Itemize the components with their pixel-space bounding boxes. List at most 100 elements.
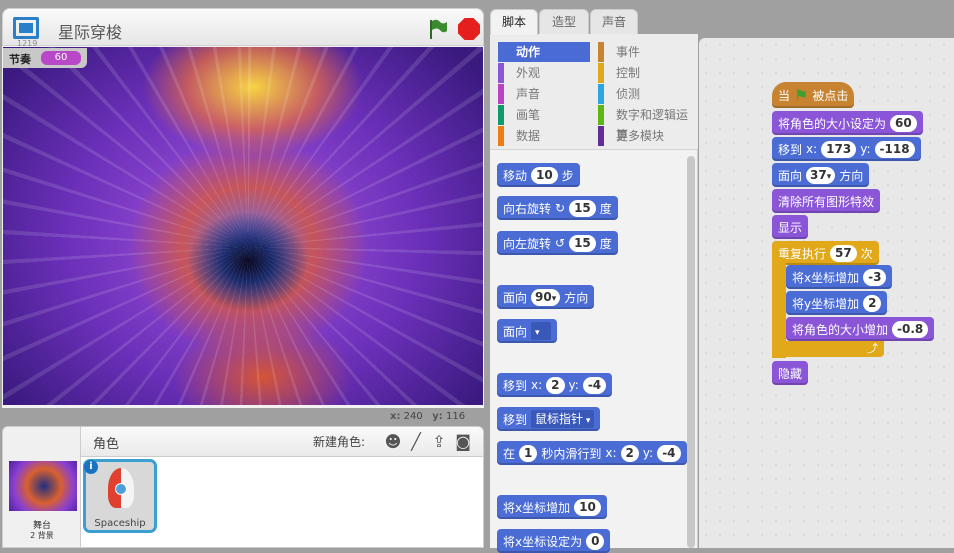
- number-input[interactable]: 15: [569, 199, 596, 217]
- category-3[interactable]: 画笔: [498, 105, 590, 125]
- number-input[interactable]: 173: [821, 140, 857, 158]
- number-input[interactable]: 57: [830, 244, 857, 262]
- number-input[interactable]: -0.8: [892, 320, 929, 338]
- project-title[interactable]: 星际穿梭: [58, 19, 122, 43]
- number-input[interactable]: -118: [874, 140, 915, 158]
- script-block[interactable]: 显示: [772, 215, 809, 239]
- block-text: x:: [605, 446, 617, 460]
- number-input[interactable]: 2: [863, 294, 882, 312]
- category-4[interactable]: 数据: [498, 126, 590, 146]
- block-palette: 动作 外观 声音 画笔 数据 事件 控制 侦测 数字和逻辑运算 更多模块 移动 10 步向右旋转 ↻ 15…: [490, 34, 698, 553]
- script-block[interactable]: 移到 x: 173 y: -118: [772, 137, 921, 161]
- block-text: x:: [531, 378, 543, 392]
- palette-block[interactable]: 移到 鼠标指针: [497, 407, 601, 431]
- tab-costumes[interactable]: 造型: [539, 9, 589, 35]
- palette-scrollbar[interactable]: [687, 156, 695, 548]
- number-input[interactable]: 2: [546, 376, 565, 394]
- tempo-monitor[interactable]: 节奏 60: [3, 48, 87, 68]
- sprite-panel: 舞台 2 背景 角色 新建角色: ☻ ╱ ⇪ ◙ i Spaceship: [2, 426, 484, 548]
- script-block[interactable]: 重复执行 57 次: [772, 241, 879, 265]
- number-input[interactable]: 10: [531, 166, 558, 184]
- category-1[interactable]: 外观: [498, 63, 590, 83]
- script-block[interactable]: 将y坐标增加 2: [786, 291, 888, 315]
- script-block[interactable]: 隐藏: [772, 361, 809, 385]
- paint-brush-icon[interactable]: ╱: [406, 432, 426, 452]
- sprite-header: 角色 新建角色: ☻ ╱ ⇪ ◙: [81, 427, 483, 457]
- number-input[interactable]: 1: [519, 444, 538, 462]
- palette-block[interactable]: 将x坐标增加 10: [497, 495, 607, 519]
- menu-dropdown[interactable]: [531, 322, 552, 340]
- palette-block[interactable]: 面向: [497, 319, 558, 343]
- stage-canvas[interactable]: [3, 47, 483, 405]
- palette-block[interactable]: 在 1 秒内滑行到 x: 2 y: -4: [497, 441, 687, 465]
- category-7[interactable]: 侦测: [598, 84, 690, 104]
- block-text: x:: [806, 142, 818, 156]
- palette-block[interactable]: 向左旋转 ↺ 15 度: [497, 231, 618, 255]
- direction-dropdown[interactable]: 37: [806, 166, 836, 184]
- script-block[interactable]: 将x坐标增加 -3: [786, 265, 893, 289]
- number-input[interactable]: -3: [863, 268, 887, 286]
- category-6[interactable]: 控制: [598, 63, 690, 83]
- number-input[interactable]: 10: [574, 498, 601, 516]
- block-text: 将x坐标增加: [503, 500, 571, 515]
- direction-dropdown[interactable]: 90: [531, 288, 561, 306]
- block-text: 秒内滑行到: [541, 446, 602, 461]
- sprite-tile[interactable]: i Spaceship: [83, 459, 157, 533]
- block-text: 在: [503, 446, 516, 461]
- block-text: 向左旋转: [503, 236, 552, 251]
- palette-block[interactable]: 面向90方向: [497, 285, 595, 309]
- sprite-library-icon[interactable]: ☻: [383, 432, 403, 452]
- block-text: 将x坐标设定为: [503, 534, 583, 549]
- block-text: 移动: [503, 168, 528, 183]
- script-block[interactable]: 面向37方向: [772, 163, 870, 187]
- block-text: 清除所有图形特效: [778, 194, 875, 209]
- stage-thumbnail[interactable]: [9, 461, 77, 511]
- block-text: 次: [860, 246, 873, 261]
- info-icon[interactable]: i: [84, 460, 98, 474]
- category-5[interactable]: 事件: [598, 42, 690, 62]
- number-input[interactable]: -4: [582, 376, 607, 394]
- stage-backdrop-image: [3, 47, 483, 405]
- block-text: 方向: [839, 168, 864, 183]
- stage-header: 1219 星际穿梭: [2, 8, 484, 48]
- palette-block[interactable]: 移到 x: 2 y: -4: [497, 373, 613, 397]
- block-text: 将y坐标增加: [792, 296, 860, 311]
- scripts-area[interactable]: 当⚑被点击将角色的大小设定为60移到x:173y:-118面向37方向清除所有图…: [699, 38, 954, 548]
- upload-icon[interactable]: ⇪: [429, 432, 449, 452]
- category-9[interactable]: 更多模块: [598, 126, 690, 146]
- category-8[interactable]: 数字和逻辑运算: [598, 105, 690, 142]
- new-sprite-label: 新建角色:: [313, 435, 366, 449]
- palette-block[interactable]: 将x坐标设定为 0: [497, 529, 611, 553]
- number-input[interactable]: 2: [620, 444, 639, 462]
- tab-sounds[interactable]: 声音: [590, 9, 638, 35]
- stop-icon[interactable]: [458, 18, 480, 40]
- block-text: 显示: [778, 220, 803, 235]
- palette-block[interactable]: 向右旋转 ↻ 15 度: [497, 196, 618, 220]
- camera-icon[interactable]: ◙: [453, 432, 473, 452]
- menu-dropdown[interactable]: 鼠标指针: [531, 410, 595, 428]
- mouse-coordinates: x: 240 y: 116: [390, 411, 465, 422]
- palette-block[interactable]: 移动 10 步: [497, 163, 580, 187]
- category-0[interactable]: 动作: [498, 42, 590, 62]
- category-2[interactable]: 声音: [498, 84, 590, 104]
- block-text: 将角色的大小设定为: [778, 116, 887, 131]
- block-text: ↻: [555, 201, 566, 215]
- block-text: 面向: [778, 168, 803, 183]
- x-value: 240: [403, 411, 423, 422]
- number-input[interactable]: 0: [586, 532, 605, 550]
- spaceship-thumbnail: [108, 468, 134, 508]
- tab-scripts[interactable]: 脚本: [490, 9, 538, 35]
- stage-selector[interactable]: 舞台 2 背景: [3, 427, 81, 547]
- y-label: y:: [432, 411, 443, 422]
- green-flag-icon[interactable]: [427, 18, 449, 40]
- presentation-mode-icon[interactable]: [13, 17, 39, 39]
- number-input[interactable]: 60: [890, 114, 917, 132]
- block-text: y:: [568, 378, 579, 392]
- block-text: 步: [561, 168, 574, 183]
- script-block[interactable]: 将角色的大小增加 -0.8: [786, 317, 935, 341]
- number-input[interactable]: 15: [569, 234, 596, 252]
- script-block[interactable]: 当 ⚑ 被点击: [772, 82, 855, 108]
- number-input[interactable]: -4: [657, 444, 681, 462]
- script-block[interactable]: 将角色的大小设定为 60: [772, 111, 923, 135]
- script-block[interactable]: 清除所有图形特效: [772, 189, 881, 213]
